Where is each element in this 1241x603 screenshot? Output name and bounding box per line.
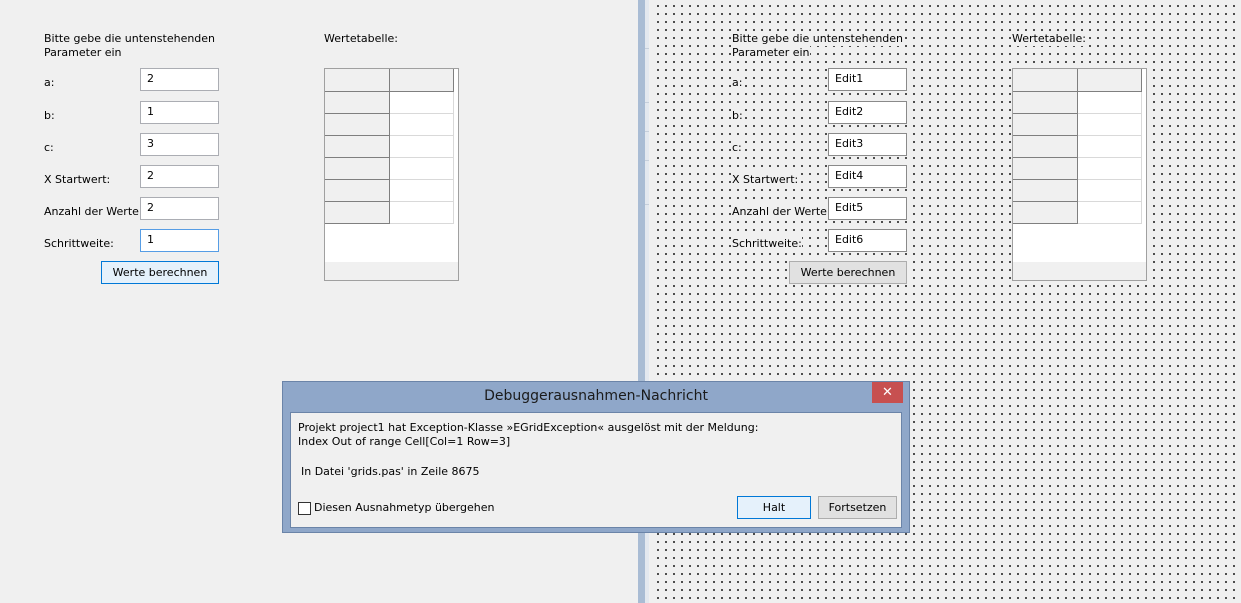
grid-cell[interactable] (389, 179, 454, 202)
label-a: a: (44, 76, 55, 89)
input-a[interactable]: 2 (140, 68, 219, 91)
ignore-exception-label[interactable]: Diesen Ausnahmetyp übergehen (314, 501, 494, 515)
grid-cell[interactable] (389, 135, 454, 158)
designer-intro-label-2: Parameter ein (732, 46, 810, 60)
designer-edit-2[interactable]: Edit2 (828, 101, 907, 124)
grid-header-cell (1013, 69, 1078, 92)
dialog-title: Debuggerausnahmen-Nachricht (484, 388, 708, 404)
designer-edit-5[interactable]: Edit5 (828, 197, 907, 220)
grid-fixed-cell (325, 157, 390, 180)
grid-fixed-cell (1013, 135, 1078, 158)
input-x-start[interactable]: 2 (140, 165, 219, 188)
grid-cell[interactable] (389, 91, 454, 114)
divider-tick (645, 131, 649, 132)
exception-location: In Datei 'grids.pas' in Zeile 8675 (301, 465, 480, 478)
grid-fixed-cell (325, 91, 390, 114)
grid-cell[interactable] (1077, 179, 1142, 202)
designer-label-x-start: X Startwert: (732, 173, 799, 187)
input-c[interactable]: 3 (140, 133, 219, 156)
halt-button[interactable]: Halt (737, 496, 811, 519)
grid-scrollbar[interactable] (325, 262, 458, 280)
debugger-exception-dialog: Debuggerausnahmen-Nachricht ✕ Projekt pr… (282, 381, 910, 533)
input-step[interactable]: 1 (140, 229, 219, 252)
divider-tick (645, 102, 649, 103)
grid-cell[interactable] (1077, 91, 1142, 114)
input-count[interactable]: 2 (140, 197, 219, 220)
intro-label-2: Parameter ein (44, 46, 122, 59)
designer-label-b: b: (732, 109, 743, 123)
value-table-grid[interactable] (324, 68, 459, 281)
grid-cell[interactable] (389, 157, 454, 180)
designer-edit-4[interactable]: Edit4 (828, 165, 907, 188)
grid-cell[interactable] (389, 201, 454, 224)
grid-header-cell (325, 69, 390, 92)
divider-tick (645, 160, 649, 161)
designer-label-c: c: (732, 141, 742, 155)
grid-cell[interactable] (1077, 201, 1142, 224)
continue-button[interactable]: Fortsetzen (818, 496, 897, 519)
grid-header-cell (1077, 69, 1142, 92)
designer-value-table-grid[interactable] (1012, 68, 1147, 281)
grid-fixed-cell (325, 179, 390, 202)
grid-fixed-cell (1013, 157, 1078, 180)
grid-fixed-cell (1013, 91, 1078, 114)
grid-fixed-cell (325, 113, 390, 136)
intro-label: Bitte gebe die untenstehenden (44, 32, 216, 45)
label-b: b: (44, 109, 55, 122)
grid-cell[interactable] (1077, 157, 1142, 180)
designer-intro-label: Bitte gebe die untenstehenden (732, 32, 904, 46)
table-label: Wertetabelle: (324, 32, 398, 45)
designer-label-step: Schrittweite: (732, 237, 802, 251)
grid-fixed-cell (325, 135, 390, 158)
label-count: Anzahl der Werte: (44, 205, 143, 218)
designer-calculate-button[interactable]: Werte berechnen (789, 261, 907, 284)
dialog-body: Projekt project1 hat Exception-Klasse »E… (290, 412, 902, 528)
designer-label-a: a: (732, 76, 743, 90)
grid-fixed-cell (1013, 179, 1078, 202)
ignore-exception-checkbox[interactable] (298, 502, 311, 515)
input-b[interactable]: 1 (140, 101, 219, 124)
grid-fixed-cell (1013, 201, 1078, 224)
exception-message-line-2: Index Out of range Cell[Col=1 Row=3] (298, 435, 511, 448)
designer-table-label: Wertetabelle: (1012, 32, 1086, 46)
grid-cell[interactable] (1077, 135, 1142, 158)
grid-fixed-cell (325, 201, 390, 224)
grid-header-cell (389, 69, 454, 92)
exception-message-line-1: Projekt project1 hat Exception-Klasse »E… (298, 421, 759, 434)
divider-tick (645, 204, 649, 205)
designer-edit-6[interactable]: Edit6 (828, 229, 907, 252)
label-step: Schrittweite: (44, 237, 114, 250)
label-c: c: (44, 141, 54, 154)
grid-fixed-cell (1013, 113, 1078, 136)
grid-scrollbar[interactable] (1013, 262, 1146, 280)
calculate-button[interactable]: Werte berechnen (101, 261, 219, 284)
designer-label-count: Anzahl der Werte: (732, 205, 831, 219)
designer-edit-3[interactable]: Edit3 (828, 133, 907, 156)
grid-cell[interactable] (1077, 113, 1142, 136)
label-x-start: X Startwert: (44, 173, 111, 186)
grid-cell[interactable] (389, 113, 454, 136)
designer-edit-1[interactable]: Edit1 (828, 68, 907, 91)
close-icon[interactable]: ✕ (872, 382, 903, 403)
divider-tick (645, 48, 649, 49)
